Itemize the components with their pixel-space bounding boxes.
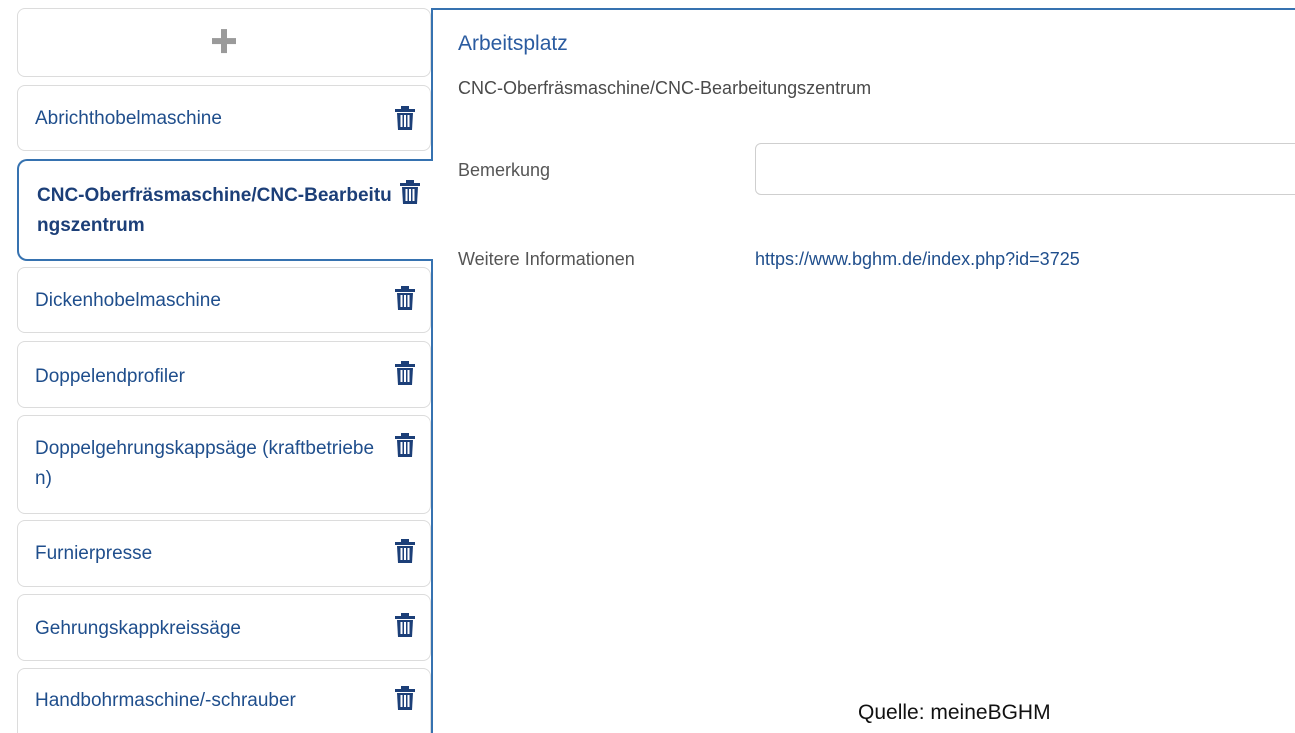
remark-input[interactable] (755, 143, 1295, 195)
list-item-furnierpresse[interactable]: Furnierpresse (17, 520, 431, 587)
info-link[interactable]: https://www.bghm.de/index.php?id=3725 (755, 249, 1080, 270)
list-item-label: Doppelgehrungskappsäge (kraftbetrieben) (35, 438, 375, 489)
panel-subtitle: CNC-Oberfräsmaschine/CNC-Bearbeitungszen… (458, 78, 872, 98)
trash-icon[interactable] (399, 180, 421, 204)
list-item-gehrungskappkreissaege[interactable]: Gehrungskappkreissäge (17, 594, 431, 661)
list-item-label: Abrichthobelmaschine (35, 108, 222, 129)
list-item-label: Gehrungskappkreissäge (35, 618, 241, 639)
remark-label: Bemerkung (458, 160, 551, 180)
detail-panel: Arbeitsplatz CNC-Oberfräsmaschine/CNC-Be… (431, 8, 1295, 733)
list-item-dickenhobelmaschine[interactable]: Dickenhobelmaschine (17, 267, 431, 333)
app-page: Abrichthobelmaschine Dickenhobelmaschine… (0, 0, 1295, 733)
list-item-label: Handbohrmaschine/-schrauber (35, 690, 296, 711)
list-item-handbohrmaschine[interactable]: Handbohrmaschine/-schrauber (17, 668, 431, 733)
trash-icon[interactable] (394, 433, 416, 457)
list-item-label: Doppelendprofiler (35, 366, 185, 387)
trash-icon[interactable] (394, 106, 416, 130)
info-label: Weitere Informationen (458, 249, 635, 269)
panel-title: Arbeitsplatz (458, 32, 568, 55)
trash-icon[interactable] (394, 539, 416, 563)
list-item-doppelgehrungskappsaege[interactable]: Doppelgehrungskappsäge (kraftbetrieben) (17, 415, 431, 514)
list-item-label: CNC-Oberfräsmaschine/CNC-Bearbeitungszen… (37, 185, 392, 236)
trash-icon[interactable] (394, 613, 416, 637)
trash-icon[interactable] (394, 361, 416, 385)
trash-icon[interactable] (394, 286, 416, 310)
list-item-abrichthobelmaschine[interactable]: Abrichthobelmaschine (17, 85, 431, 151)
list-item-label: Furnierpresse (35, 543, 153, 564)
trash-icon[interactable] (394, 686, 416, 710)
add-item-button[interactable] (17, 8, 431, 77)
list-item-cnc-oberfraesmaschine[interactable]: CNC-Oberfräsmaschine/CNC-Bearbeitungszen… (17, 159, 433, 261)
plus-icon (212, 28, 236, 53)
source-caption: Quelle: meineBGHM (858, 701, 1051, 724)
list-item-label: Dickenhobelmaschine (35, 290, 221, 311)
list-item-doppelendprofiler[interactable]: Doppelendprofiler (17, 341, 431, 408)
